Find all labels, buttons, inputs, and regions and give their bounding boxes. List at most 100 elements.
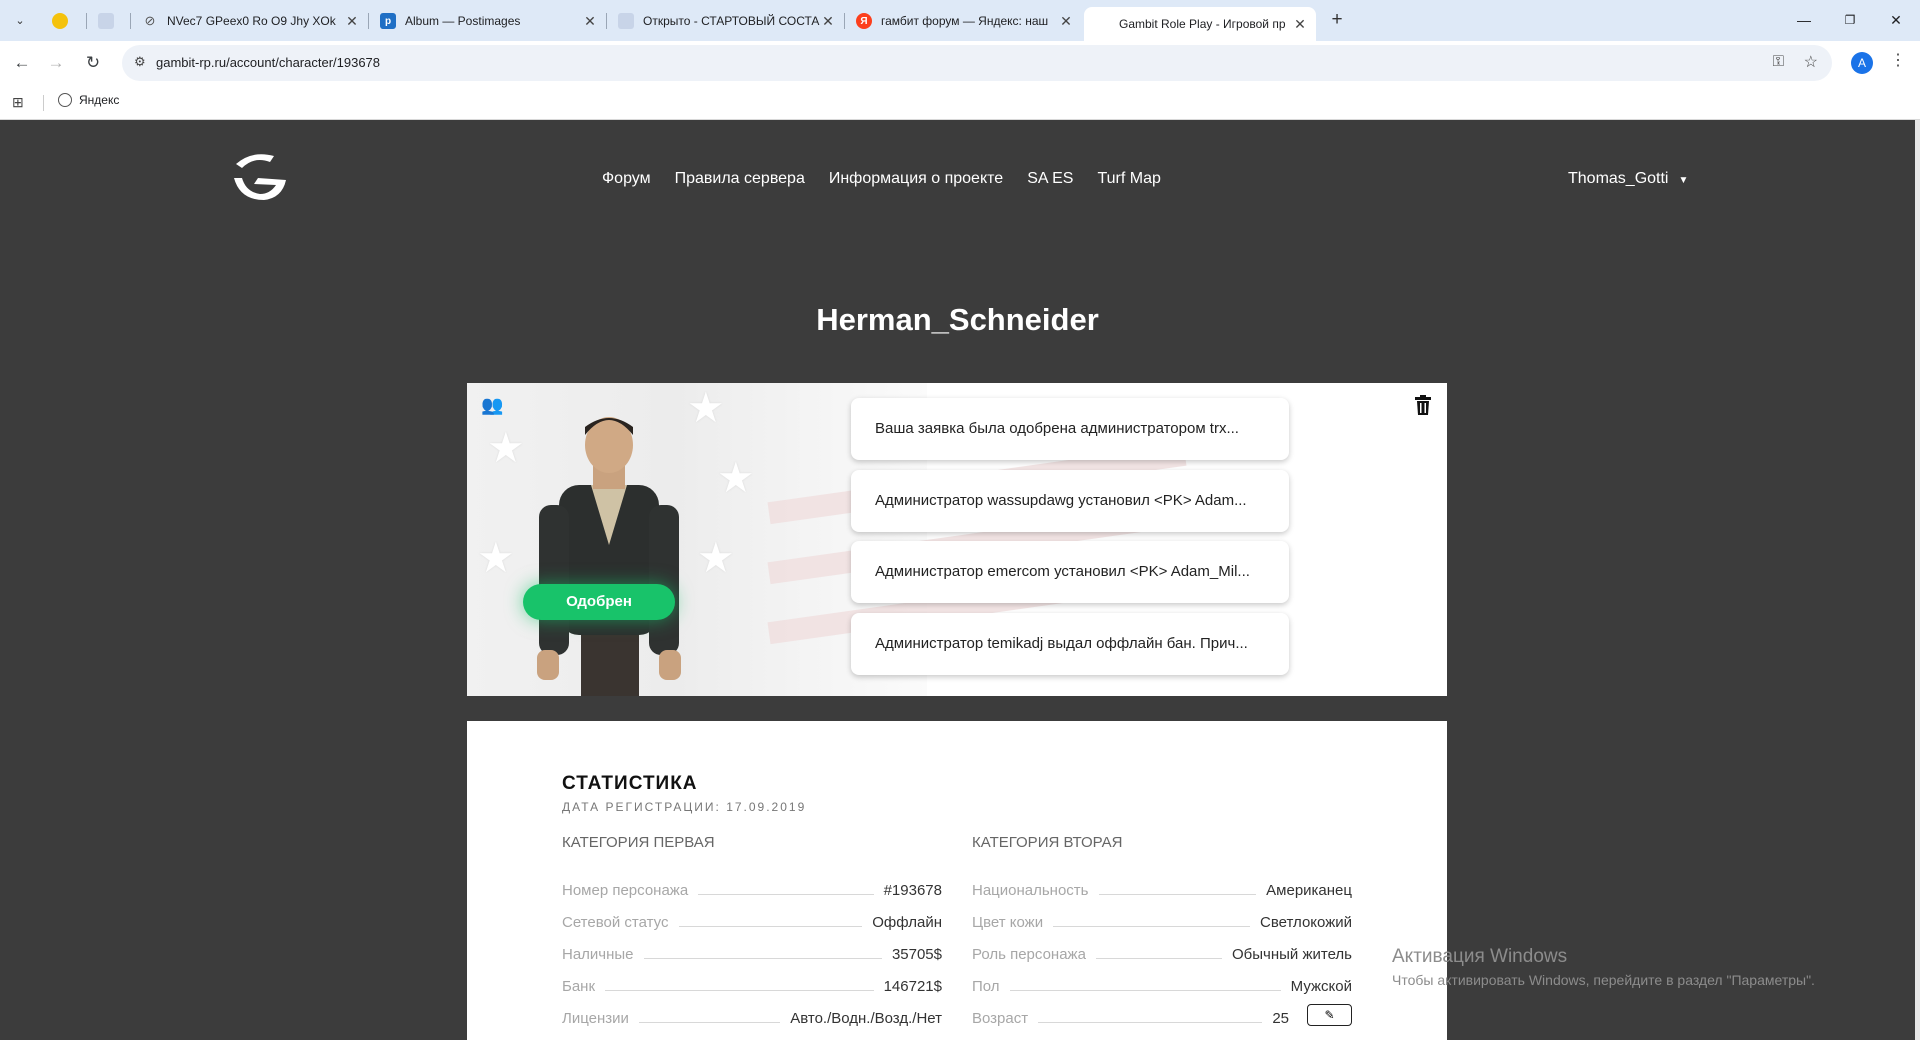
password-key-icon[interactable]: ⚿ <box>1773 53 1784 70</box>
registration-date: ДАТА РЕГИСТРАЦИИ: 17.09.2019 <box>562 800 807 814</box>
stat-value: Авто./Водн./Возд./Нет <box>790 1010 942 1027</box>
apps-grid-icon[interactable]: ⊞ <box>12 94 24 111</box>
character-profile-card: ★ ★ ★ ★ ★ 👥 Одобрен Ваша заявка была одо… <box>467 383 1447 696</box>
link-icon: ⊘ <box>144 13 156 28</box>
tab-separator <box>86 13 87 29</box>
tab-separator <box>368 13 369 29</box>
gambit-logo[interactable] <box>230 148 288 204</box>
pencil-icon: ✎ <box>1324 1008 1335 1022</box>
stat-value: 35705$ <box>891 946 942 963</box>
nav-forum[interactable]: Форум <box>602 170 651 188</box>
tab-title: NVec7 GPeex0 Ro O9 Jhy XOk <box>167 14 336 28</box>
leader-line <box>643 958 882 959</box>
tab-postimages[interactable]: p Album — Postimages ✕ <box>370 7 606 35</box>
back-arrow-icon[interactable]: ← <box>9 50 35 76</box>
bookmark-label: Яндекс <box>79 93 120 107</box>
star-decoration: ★ <box>697 534 735 581</box>
tab-nvec[interactable]: ⊘ NVec7 GPeex0 Ro O9 Jhy XOk ✕ <box>132 7 368 35</box>
stat-label: Сетевой статус <box>562 914 669 931</box>
forum-icon <box>618 13 634 29</box>
url-text[interactable]: gambit-rp.ru/account/character/193678 <box>156 55 380 70</box>
stat-row: Цвет кожи Светлокожий <box>972 899 1352 931</box>
caret-down-icon: ▼ <box>1678 175 1689 186</box>
tab-pinned-1[interactable] <box>42 7 82 35</box>
stat-value: Светлокожий <box>1260 914 1352 931</box>
globe-icon <box>58 93 72 107</box>
leader-line <box>1053 926 1251 927</box>
stat-value: Обычный житель <box>1232 946 1352 963</box>
postimages-icon: p <box>380 13 396 29</box>
stat-row: Пол Мужской <box>972 963 1352 995</box>
stats-title: СТАТИСТИКА <box>562 773 698 794</box>
stat-label: Банк <box>562 978 596 995</box>
restore-icon[interactable]: ❐ <box>1838 8 1862 32</box>
notice-item[interactable]: Администратор emercom установил <PK> Ada… <box>851 541 1289 603</box>
stats-column-first: КАТЕГОРИЯ ПЕРВАЯ Номер персонажа #193678… <box>562 833 942 1027</box>
stats-column-second: КАТЕГОРИЯ ВТОРАЯ Национальность Американ… <box>972 833 1352 1027</box>
menu-kebab-icon[interactable]: ⋮ <box>1890 50 1906 70</box>
leader-line <box>1038 1022 1263 1023</box>
stat-value: Мужской <box>1290 978 1352 995</box>
stat-label: Роль персонажа <box>972 946 1086 963</box>
tab-pinned-2[interactable] <box>88 7 128 35</box>
tab-separator <box>606 13 607 29</box>
close-tab-icon[interactable]: ✕ <box>582 13 598 30</box>
close-tab-icon[interactable]: ✕ <box>344 13 360 30</box>
stat-value: 25 <box>1272 1010 1289 1027</box>
tab-search-icon[interactable]: ⌄ <box>9 9 31 31</box>
notice-item[interactable]: Администратор wassupdawg установил <PK> … <box>851 470 1289 532</box>
edit-age-button[interactable]: ✎ <box>1307 1004 1352 1026</box>
tab-forum-open[interactable]: Открыто - СТАРТОВЫЙ СОСТА ✕ <box>608 7 844 35</box>
page-scrollbar[interactable] <box>1915 120 1920 1040</box>
star-decoration: ★ <box>717 454 755 501</box>
leader-line <box>1009 990 1281 991</box>
nav-sa-es[interactable]: SA ES <box>1027 170 1073 188</box>
profile-avatar[interactable]: A <box>1851 52 1873 74</box>
address-bar[interactable]: ⚙ gambit-rp.ru/account/character/193678 … <box>122 45 1832 81</box>
bookmark-yandex[interactable]: Яндекс <box>58 93 119 107</box>
new-tab-icon[interactable]: + <box>1325 8 1349 32</box>
nav-turf-map[interactable]: Turf Map <box>1097 170 1160 188</box>
yandex-icon: Я <box>856 13 872 29</box>
trash-icon[interactable] <box>1415 395 1431 415</box>
stat-label: Возраст <box>972 1010 1029 1027</box>
tab-gambit-active[interactable]: Gambit Role Play - Игровой пр ✕ <box>1084 7 1316 41</box>
bookmark-star-icon[interactable]: ☆ <box>1804 52 1818 72</box>
stat-value: Американец <box>1266 882 1352 899</box>
leader-line <box>698 894 874 895</box>
group-users-icon[interactable]: 👥 <box>481 395 503 416</box>
stat-label: Национальность <box>972 882 1089 899</box>
stat-value: #193678 <box>883 882 942 899</box>
stat-label: Наличные <box>562 946 634 963</box>
nav-info[interactable]: Информация о проекте <box>829 170 1003 188</box>
watermark-title: Активация Windows <box>1392 946 1568 967</box>
tab-title: Открыто - СТАРТОВЫЙ СОСТА <box>643 14 820 28</box>
site-page: Форум Правила сервера Информация о проек… <box>0 120 1920 1040</box>
browser-toolbar: ← → ↻ ⚙ gambit-rp.ru/account/character/1… <box>0 41 1920 85</box>
stat-row: Банк 146721$ <box>562 963 942 995</box>
user-dropdown[interactable]: Thomas_Gotti ▼ <box>1568 170 1688 188</box>
forward-arrow-icon[interactable]: → <box>43 50 69 76</box>
cloud-icon <box>98 13 114 29</box>
status-badge: Одобрен <box>523 584 675 620</box>
windows-activation-watermark: Активация Windows Чтобы активировать Win… <box>1392 946 1815 988</box>
close-tab-icon[interactable]: ✕ <box>1292 16 1308 33</box>
sun-icon <box>52 13 68 29</box>
minimize-icon[interactable]: — <box>1792 8 1816 32</box>
notice-item[interactable]: Ваша заявка была одобрена администраторо… <box>851 398 1289 460</box>
site-info-icon[interactable]: ⚙ <box>134 54 146 70</box>
tab-yandex-search[interactable]: Я гамбит форум — Яндекс: наш ✕ <box>846 7 1082 35</box>
close-tab-icon[interactable]: ✕ <box>820 13 836 30</box>
nav-rules[interactable]: Правила сервера <box>675 170 805 188</box>
leader-line <box>1095 958 1222 959</box>
stats-card: СТАТИСТИКА ДАТА РЕГИСТРАЦИИ: 17.09.2019 … <box>467 721 1447 1040</box>
tab-title: Gambit Role Play - Игровой пр <box>1119 17 1286 31</box>
close-tab-icon[interactable]: ✕ <box>1058 13 1074 30</box>
leader-line <box>678 926 863 927</box>
main-nav: Форум Правила сервера Информация о проек… <box>602 170 1161 188</box>
reload-icon[interactable]: ↻ <box>80 50 106 76</box>
close-window-icon[interactable]: ✕ <box>1884 8 1908 32</box>
stat-label: Лицензии <box>562 1010 629 1027</box>
notice-item[interactable]: Администратор temikadj выдал оффлайн бан… <box>851 613 1289 675</box>
tab-separator <box>844 13 845 29</box>
